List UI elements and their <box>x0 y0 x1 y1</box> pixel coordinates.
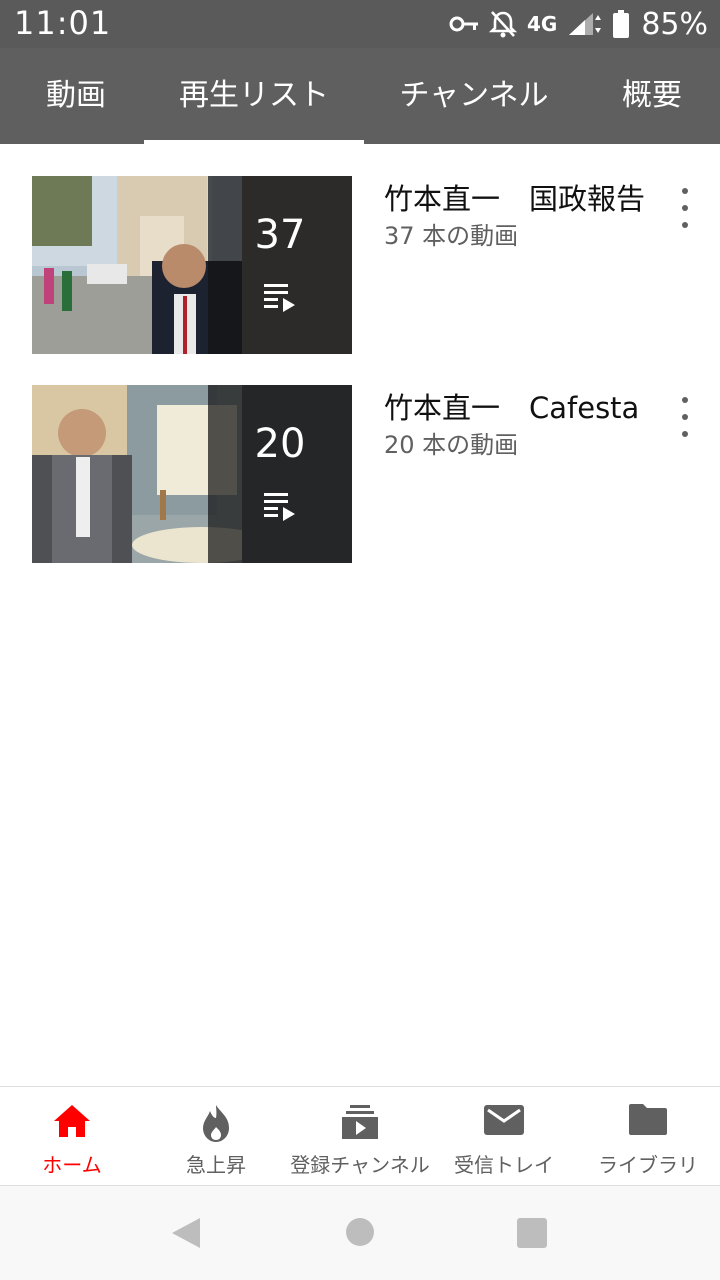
nav-trending-label: 急上昇 <box>186 1153 246 1177</box>
tab-videos[interactable]: 動画 <box>8 48 144 144</box>
recents-square-icon[interactable] <box>516 1217 548 1253</box>
playlist-title: 竹本直一 国政報告 <box>384 182 646 216</box>
nav-subscriptions-label: 登録チャンネル <box>290 1153 430 1177</box>
playlist-play-icon <box>264 491 296 525</box>
playlist-play-icon <box>264 282 296 316</box>
library-folder-icon <box>629 1103 667 1139</box>
playlist-item[interactable]: 37 竹本直一 国政報告 37 本の動画 <box>0 176 720 356</box>
status-time: 11:01 <box>14 4 112 42</box>
playlist-thumbnail[interactable]: 37 <box>32 176 352 354</box>
more-options-icon[interactable] <box>670 186 700 230</box>
status-icons: 4G 85% <box>449 0 708 48</box>
playlist-video-count-label: 37 本の動画 <box>384 222 519 250</box>
playlist-video-count: 20 <box>254 421 306 467</box>
channel-tab-bar: 動画 再生リスト チャンネル 概要 <box>0 48 720 144</box>
playlist-count-overlay <box>208 385 352 563</box>
nav-subscriptions[interactable]: 登録チャンネル <box>288 1087 432 1187</box>
notifications-off-icon <box>488 9 517 39</box>
nav-inbox[interactable]: 受信トレイ <box>432 1087 576 1187</box>
bottom-navigation: ホーム 急上昇 登録チャンネル 受信トレイ ライブラリ <box>0 1086 720 1186</box>
network-type: 4G <box>526 12 558 36</box>
playlist-count-overlay <box>208 176 352 354</box>
tab-playlists-label: 再生リスト <box>179 78 329 113</box>
home-circle-icon[interactable] <box>345 1217 375 1251</box>
system-navigation-bar <box>0 1186 720 1280</box>
playlist-video-count-label: 20 本の動画 <box>384 431 519 459</box>
tab-about[interactable]: 概要 <box>590 48 714 144</box>
playlist-title: 竹本直一 Cafesta <box>384 391 640 425</box>
nav-home[interactable]: ホーム <box>0 1087 144 1187</box>
tab-channels[interactable]: チャンネル <box>380 48 568 144</box>
home-icon <box>52 1103 92 1143</box>
nav-library[interactable]: ライブラリ <box>576 1087 720 1187</box>
back-icon[interactable] <box>170 1216 202 1254</box>
tab-playlists[interactable]: 再生リスト <box>144 48 364 144</box>
trending-flame-icon <box>199 1103 233 1147</box>
nav-trending[interactable]: 急上昇 <box>144 1087 288 1187</box>
playlist-video-count: 37 <box>254 212 306 258</box>
selected-tab-indicator <box>144 140 364 144</box>
nav-library-label: ライブラリ <box>598 1153 698 1177</box>
nav-inbox-label: 受信トレイ <box>454 1153 554 1177</box>
battery-percentage: 85% <box>641 6 708 42</box>
playlist-thumbnail[interactable]: 20 <box>32 385 352 563</box>
playlist-item[interactable]: 20 竹本直一 Cafesta 20 本の動画 <box>0 385 720 565</box>
nav-home-label: ホーム <box>42 1153 102 1177</box>
cellular-signal-icon <box>567 11 603 37</box>
vpn-key-icon <box>449 14 479 34</box>
more-options-icon[interactable] <box>670 395 700 439</box>
battery-icon <box>613 10 630 38</box>
inbox-mail-icon <box>484 1103 524 1141</box>
subscriptions-icon <box>342 1103 378 1143</box>
status-bar: 11:01 4G 85% <box>0 0 720 48</box>
